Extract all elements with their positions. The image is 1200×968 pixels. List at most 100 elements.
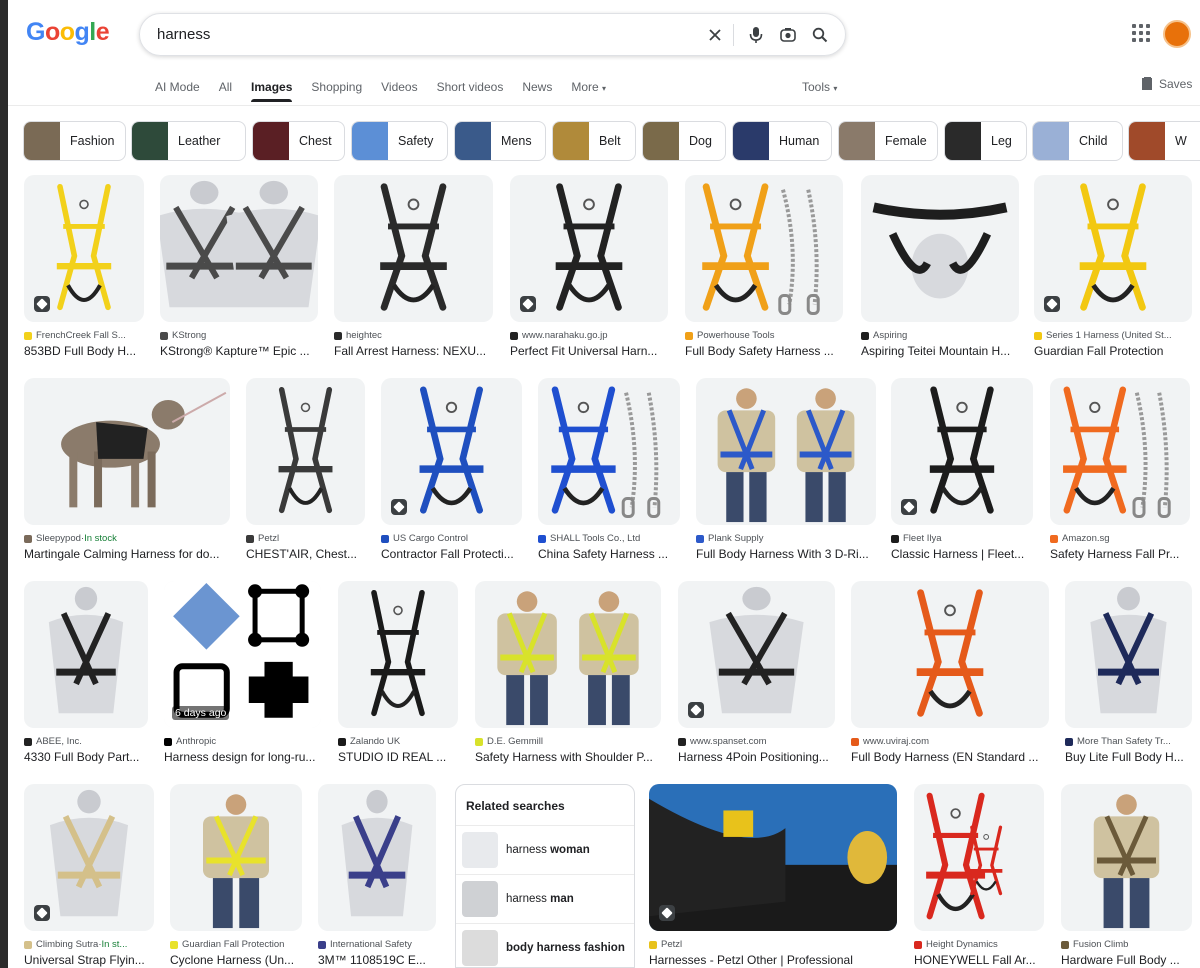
lens-camera-icon[interactable]	[777, 24, 799, 46]
result-title[interactable]: CHEST'AIR, Chest...	[246, 547, 365, 561]
search-icon[interactable]	[809, 24, 831, 46]
result-source[interactable]: Sleepypod · In stock	[24, 533, 230, 544]
search-input[interactable]: harness	[157, 26, 210, 43]
result-title[interactable]: STUDIO ID REAL ...	[338, 750, 458, 764]
result-title[interactable]: Guardian Fall Protection	[1034, 344, 1192, 358]
image-result[interactable]: Fusion Climb Hardware Full Body ...	[1061, 784, 1192, 968]
result-thumbnail[interactable]	[861, 175, 1019, 322]
result-thumbnail[interactable]	[24, 581, 148, 728]
result-title[interactable]: Safety Harness with Shoulder P...	[475, 750, 661, 764]
result-source[interactable]: Amazon.sg	[1050, 533, 1190, 544]
result-title[interactable]: Full Body Safety Harness ...	[685, 344, 843, 358]
result-title[interactable]: Perfect Fit Universal Harn...	[510, 344, 668, 358]
result-thumbnail[interactable]	[538, 378, 680, 525]
image-result[interactable]: ABEE, Inc. 4330 Full Body Part...	[24, 581, 148, 766]
result-thumbnail[interactable]	[696, 378, 876, 525]
image-result[interactable]: Aspiring Aspiring Teitei Mountain H...	[861, 175, 1019, 360]
image-result[interactable]: www.narahaku.go.jp Perfect Fit Universal …	[510, 175, 668, 360]
image-result[interactable]: KStrong KStrong® Kapture™ Epic ...	[160, 175, 318, 360]
tab-videos[interactable]: Videos	[381, 80, 417, 102]
result-source[interactable]: Plank Supply	[696, 533, 876, 544]
tab-short-videos[interactable]: Short videos	[437, 80, 504, 102]
result-title[interactable]: Contractor Fall Protecti...	[381, 547, 522, 561]
image-result[interactable]: Petzl CHEST'AIR, Chest...	[246, 378, 365, 563]
result-source[interactable]: Guardian Fall Protection	[170, 939, 302, 950]
image-result[interactable]: 6 days ago Anthropic Harness design for lo…	[164, 581, 321, 766]
result-title[interactable]: KStrong® Kapture™ Epic ...	[160, 344, 318, 358]
image-result[interactable]: Amazon.sg Safety Harness Fall Pr...	[1050, 378, 1190, 563]
result-source[interactable]: Zalando UK	[338, 736, 458, 747]
search-bar[interactable]: harness	[139, 13, 846, 56]
image-result[interactable]: Sleepypod · In stock Martingale Calming H…	[24, 378, 230, 563]
apps-grid-icon[interactable]	[1132, 24, 1150, 42]
result-source[interactable]: More Than Safety Tr...	[1065, 736, 1192, 747]
result-thumbnail[interactable]	[649, 784, 897, 931]
image-result[interactable]: D.E. Gemmill Safety Harness with Shoulder…	[475, 581, 661, 766]
result-thumbnail[interactable]	[685, 175, 843, 322]
result-thumbnail[interactable]	[24, 378, 230, 525]
tab-all[interactable]: All	[219, 80, 232, 102]
result-thumbnail[interactable]	[170, 784, 302, 931]
chip-child[interactable]: Child	[1032, 121, 1123, 161]
result-title[interactable]: Safety Harness Fall Pr...	[1050, 547, 1190, 561]
result-title[interactable]: Cyclone Harness (Un...	[170, 953, 302, 967]
result-title[interactable]: 853BD Full Body H...	[24, 344, 144, 358]
result-thumbnail[interactable]	[334, 175, 493, 322]
result-thumbnail[interactable]	[1061, 784, 1192, 931]
related-search-item[interactable]: harness man	[456, 874, 634, 923]
google-logo[interactable]: Google	[26, 18, 110, 47]
result-source[interactable]: International Safety	[318, 939, 436, 950]
result-source[interactable]: Petzl	[246, 533, 365, 544]
microphone-icon[interactable]	[745, 24, 767, 46]
result-source[interactable]: heightec	[334, 330, 493, 341]
result-source[interactable]: Aspiring	[861, 330, 1019, 341]
image-result[interactable]: International Safety 3M™ 1108519C E...	[318, 784, 436, 968]
tab-images[interactable]: Images	[251, 80, 293, 102]
chip-human[interactable]: Human	[732, 121, 832, 161]
result-source[interactable]: Series 1 Harness (United St...	[1034, 330, 1192, 341]
result-source[interactable]: Petzl	[649, 939, 897, 950]
result-thumbnail[interactable]	[318, 784, 436, 931]
tab-shopping[interactable]: Shopping	[311, 80, 362, 102]
result-title[interactable]: Hardware Full Body ...	[1061, 953, 1192, 967]
chip-chest[interactable]: Chest	[252, 121, 345, 161]
image-result[interactable]: Height Dynamics HONEYWELL Fall Ar...	[914, 784, 1044, 968]
image-result[interactable]: Climbing Sutra · In st... Universal Strap…	[24, 784, 154, 968]
result-title[interactable]: Harness 4Poin Positioning...	[678, 750, 835, 764]
result-thumbnail[interactable]	[914, 784, 1044, 931]
result-source[interactable]: D.E. Gemmill	[475, 736, 661, 747]
image-result[interactable]: Plank Supply Full Body Harness With 3 D-R…	[696, 378, 876, 563]
result-title[interactable]: Full Body Harness With 3 D-Ri...	[696, 547, 876, 561]
chip-w[interactable]: W	[1128, 121, 1200, 161]
result-thumbnail[interactable]	[338, 581, 458, 728]
avatar[interactable]	[1163, 20, 1191, 48]
result-title[interactable]: Full Body Harness (EN Standard ...	[851, 750, 1049, 764]
result-thumbnail[interactable]	[475, 581, 661, 728]
result-source[interactable]: Height Dynamics	[914, 939, 1044, 950]
result-source[interactable]: Anthropic	[164, 736, 321, 747]
chip-female[interactable]: Female	[838, 121, 938, 161]
image-result[interactable]: Zalando UK STUDIO ID REAL ...	[338, 581, 458, 766]
tab-more[interactable]: More ▾	[571, 80, 606, 102]
result-source[interactable]: SHALL Tools Co., Ltd	[538, 533, 680, 544]
chip-dog[interactable]: Dog	[642, 121, 726, 161]
result-source[interactable]: www.narahaku.go.jp	[510, 330, 668, 341]
result-title[interactable]: Fall Arrest Harness: NEXU...	[334, 344, 493, 358]
image-result[interactable]: www.spanset.com Harness 4Poin Positioning…	[678, 581, 835, 766]
result-title[interactable]: 3M™ 1108519C E...	[318, 953, 436, 967]
result-source[interactable]: FrenchCreek Fall S...	[24, 330, 144, 341]
chip-belt[interactable]: Belt	[552, 121, 636, 161]
image-result[interactable]: www.uviraj.com Full Body Harness (EN Stan…	[851, 581, 1049, 766]
clear-icon[interactable]	[704, 24, 726, 46]
result-title[interactable]: Aspiring Teitei Mountain H...	[861, 344, 1019, 358]
result-source[interactable]: US Cargo Control	[381, 533, 522, 544]
result-thumbnail[interactable]	[851, 581, 1049, 728]
result-title[interactable]: 4330 Full Body Part...	[24, 750, 148, 764]
result-source[interactable]: Fleet Ilya	[891, 533, 1033, 544]
result-title[interactable]: China Safety Harness ...	[538, 547, 680, 561]
result-title[interactable]: Classic Harness | Fleet...	[891, 547, 1033, 561]
image-result[interactable]: Guardian Fall Protection Cyclone Harness …	[170, 784, 302, 968]
chip-mens[interactable]: Mens	[454, 121, 546, 161]
image-result[interactable]: FrenchCreek Fall S... 853BD Full Body H..…	[24, 175, 144, 360]
image-result[interactable]: heightec Fall Arrest Harness: NEXU...	[334, 175, 493, 360]
